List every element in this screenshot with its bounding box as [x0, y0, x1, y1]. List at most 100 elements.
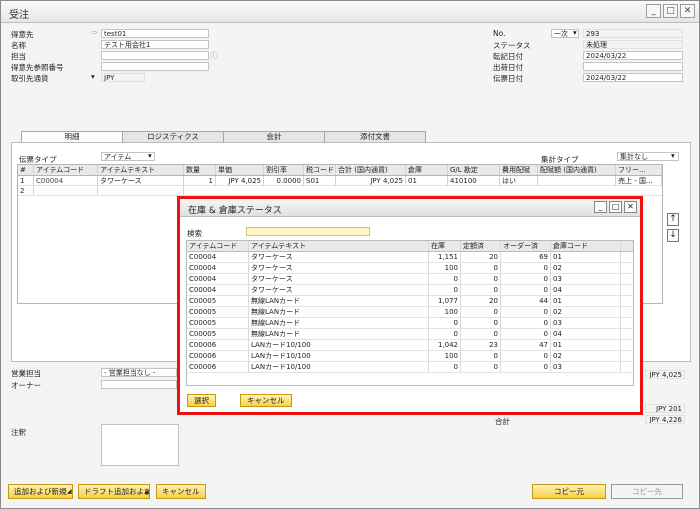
cell: C00004	[187, 274, 249, 284]
doc-date-field[interactable]: 2024/03/22	[583, 73, 683, 82]
move-down-icon[interactable]: ↓	[667, 229, 679, 242]
cell[interactable]: 01	[406, 176, 448, 185]
cell: C00005	[187, 318, 249, 328]
dialog-cancel-button[interactable]: キャンセル	[240, 394, 292, 407]
name-label: 名称	[11, 41, 26, 50]
cell: 01	[551, 296, 621, 306]
add-dropdown-icon[interactable]: ◢	[67, 488, 72, 495]
minimize-icon[interactable]: _	[646, 4, 661, 18]
cell: 1,151	[429, 252, 461, 262]
item-type-dropdown-icon[interactable]: ▾	[148, 151, 152, 160]
select-button[interactable]: 選択	[187, 394, 216, 407]
cell[interactable]: JPY 4,025	[216, 176, 264, 185]
cell: タワーケース	[249, 285, 429, 295]
maximize-icon[interactable]: □	[663, 4, 678, 18]
minimize-icon[interactable]: _	[594, 201, 607, 213]
cell[interactable]: 売上 - 国...	[616, 176, 662, 185]
summary-type-select[interactable]: 集計なし	[617, 152, 679, 161]
cell: 04	[551, 329, 621, 339]
total-label: 合計	[495, 417, 510, 426]
table-row[interactable]: C00004 タワーケース 1,151 20 69 01	[187, 252, 633, 263]
cell[interactable]	[98, 186, 184, 195]
series-dropdown-icon[interactable]: ▾	[573, 28, 577, 37]
customer-field[interactable]: test01	[101, 29, 209, 38]
close-icon[interactable]: ✕	[680, 4, 695, 18]
table-row[interactable]: C00006 LANカード10/100 100 0 0 02	[187, 351, 633, 362]
table-row[interactable]: C00004 タワーケース 100 0 0 02	[187, 263, 633, 274]
cell[interactable]: はい	[500, 176, 538, 185]
table-row[interactable]: 1 C00004 タワーケース 1 JPY 4,025 0.0000 S01 J…	[18, 176, 662, 186]
tax-field: JPY 201	[645, 404, 685, 413]
cell: 0	[501, 274, 551, 284]
cell: 0	[501, 351, 551, 361]
cancel-button[interactable]: キャンセル	[156, 484, 206, 499]
cell[interactable]: S01	[304, 176, 336, 185]
cell: 0	[429, 285, 461, 295]
tab-accounting[interactable]: 会計	[223, 131, 325, 142]
maximize-icon[interactable]: □	[609, 201, 622, 213]
table-row[interactable]: C00006 LANカード10/100 0 0 0 03	[187, 362, 633, 373]
col-header: 数量	[184, 165, 216, 175]
no-field: 293	[583, 29, 683, 38]
col-header: 在庫	[429, 241, 461, 251]
cell: 69	[501, 252, 551, 262]
cell[interactable]: JPY 4,025	[336, 176, 406, 185]
currency-field: JPY	[101, 73, 145, 82]
cell: 20	[461, 296, 501, 306]
cell[interactable]: 0.0000	[264, 176, 304, 185]
owner-field[interactable]	[101, 380, 177, 389]
link-arrow-icon[interactable]: ⇨	[91, 28, 98, 37]
draft-add-button[interactable]: ドラフト追加および...	[78, 484, 150, 499]
copy-from-button[interactable]: コピー元	[532, 484, 606, 499]
posting-date-field[interactable]: 2024/03/22	[583, 51, 683, 60]
move-up-icon[interactable]: ↑	[667, 213, 679, 226]
contact-select[interactable]	[101, 51, 209, 60]
cell: 03	[551, 318, 621, 328]
cell[interactable]	[34, 186, 98, 195]
ref-label: 得意先参照番号	[11, 63, 64, 72]
cell[interactable]: 410100	[448, 176, 500, 185]
table-row[interactable]: C00005 無線LANカード 1,077 20 44 01	[187, 296, 633, 307]
name-field[interactable]: テスト用会社1	[101, 40, 209, 49]
contact-label: 担当	[11, 52, 26, 61]
remarks-textarea[interactable]	[101, 424, 179, 466]
cell[interactable]: C00004	[34, 176, 98, 185]
table-row[interactable]: C00006 LANカード10/100 1,042 23 47 01	[187, 340, 633, 351]
cell: 1,077	[429, 296, 461, 306]
tab-logistics[interactable]: ロジスティクス	[122, 131, 224, 142]
table-row[interactable]: C00005 無線LANカード 0 0 0 04	[187, 329, 633, 340]
cell[interactable]	[538, 176, 616, 185]
cell: タワーケース	[249, 252, 429, 262]
sales-rep-select[interactable]: - 営業担当なし -	[101, 368, 177, 377]
add-and-new-button[interactable]: 追加および新規	[8, 484, 73, 499]
draft-dropdown-icon[interactable]: ◢	[144, 488, 149, 495]
col-header: 倉庫	[406, 165, 448, 175]
cell: C00006	[187, 362, 249, 372]
info-icon[interactable]: ⓘ	[210, 50, 218, 61]
table-row[interactable]: C00005 無線LANカード 100 0 0 02	[187, 307, 633, 318]
col-header: 割引率	[264, 165, 304, 175]
table-row[interactable]: 2	[18, 186, 662, 196]
col-header: 税コード	[306, 165, 336, 175]
item-type-select[interactable]: アイテム	[101, 152, 155, 161]
dialog-title-bar: 在庫 & 倉庫ステータス _ □ ✕	[180, 199, 640, 217]
search-input[interactable]	[246, 227, 370, 236]
table-row[interactable]: C00005 無線LANカード 0 0 0 03	[187, 318, 633, 329]
tab-attachments[interactable]: 添付文書	[324, 131, 426, 142]
delivery-date-field[interactable]	[583, 62, 683, 71]
search-label: 検索	[187, 229, 202, 238]
cell: 0	[461, 362, 501, 372]
table-row[interactable]: C00004 タワーケース 0 0 0 03	[187, 274, 633, 285]
cell: 0	[501, 329, 551, 339]
cell: タワーケース	[249, 263, 429, 273]
close-icon[interactable]: ✕	[624, 201, 637, 213]
currency-dropdown-icon[interactable]: ▾	[91, 72, 95, 81]
summary-dropdown-icon[interactable]: ▾	[671, 151, 675, 160]
cell[interactable]: 1	[184, 176, 216, 185]
cell: 無線LANカード	[249, 307, 429, 317]
ref-field[interactable]	[101, 62, 209, 71]
cell[interactable]: タワーケース	[98, 176, 184, 185]
table-row[interactable]: C00004 タワーケース 0 0 0 04	[187, 285, 633, 296]
cell: 47	[501, 340, 551, 350]
copy-to-button[interactable]: コピー先	[611, 484, 683, 499]
